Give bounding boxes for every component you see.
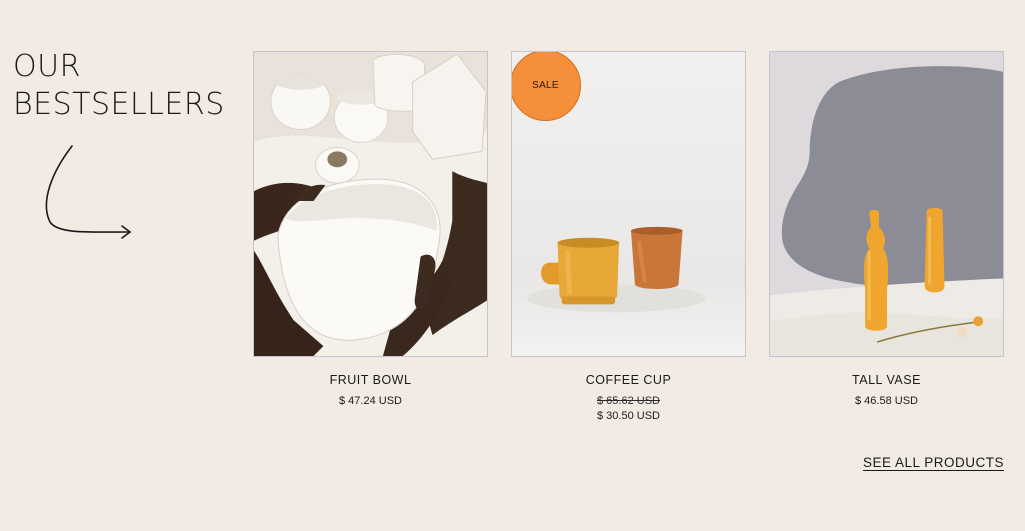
product-price: $ 46.58 USD: [855, 395, 918, 407]
product-image-tall-vase[interactable]: [769, 51, 1004, 357]
product-price: $ 47.24 USD: [339, 395, 402, 407]
heading-line-1: OUR: [13, 49, 81, 84]
product-old-price: $ 65.62 USD: [597, 395, 660, 407]
curved-arrow-icon: [45, 145, 131, 239]
product-name[interactable]: FRUIT BOWL: [253, 373, 488, 387]
product-name[interactable]: TALL VASE: [769, 373, 1004, 387]
product-image-coffee-cup[interactable]: SALE: [511, 51, 746, 357]
product-name[interactable]: COFFEE CUP: [511, 373, 746, 387]
product-card-tall-vase[interactable]: TALL VASE $ 46.58 USD: [769, 51, 1004, 407]
product-card-fruit-bowl[interactable]: FRUIT BOWL $ 47.24 USD: [253, 51, 488, 407]
section-heading: OUR BESTSELLERS: [13, 48, 243, 124]
product-card-coffee-cup[interactable]: SALE COFFEE CUP $ 65.62 USD $ 30.50 USD: [511, 51, 746, 422]
heading-line-2: BESTSELLERS: [13, 87, 225, 122]
product-image-fruit-bowl[interactable]: [253, 51, 488, 357]
product-sale-price: $ 30.50 USD: [597, 410, 660, 422]
sale-badge: SALE: [512, 52, 581, 121]
see-all-products-link[interactable]: SEE ALL PRODUCTS: [863, 455, 1004, 470]
